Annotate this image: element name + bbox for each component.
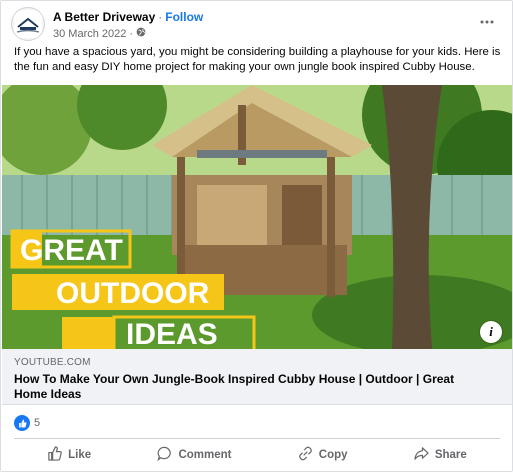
- overlay-line-1: GREAT: [20, 234, 123, 267]
- cubby-house-scene: GREAT OUTDOOR IDEAS: [2, 85, 512, 349]
- globe-icon: [136, 27, 146, 40]
- info-label: i: [489, 324, 493, 339]
- post-header: A Better Driveway · Follow 30 March 2022 ·: [11, 7, 502, 41]
- like-reaction-icon: [14, 415, 30, 431]
- video-thumbnail[interactable]: GREAT OUTDOOR IDEAS i: [2, 85, 512, 349]
- thumbs-up-icon: [47, 446, 62, 464]
- link-title[interactable]: How To Make Your Own Jungle-Book Inspire…: [14, 372, 484, 401]
- copy-button[interactable]: Copy: [284, 442, 362, 468]
- post-card: A Better Driveway · Follow 30 March 2022 ·…: [0, 0, 513, 472]
- share-icon: [414, 446, 429, 464]
- action-divider: [14, 438, 500, 439]
- post-meta: 30 March 2022 ·: [53, 27, 146, 40]
- post-caption: If you have a spacious yard, you might b…: [14, 46, 501, 73]
- link-source: YOUTUBE.COM: [14, 357, 91, 368]
- overlay-line-2: OUTDOOR: [56, 277, 210, 310]
- overlay-line-3: IDEAS: [126, 318, 218, 349]
- like-button[interactable]: Like: [33, 442, 105, 468]
- copy-label: Copy: [318, 449, 348, 461]
- page-avatar[interactable]: [11, 7, 45, 41]
- comment-label: Comment: [178, 449, 232, 461]
- reaction-summary[interactable]: 5: [14, 415, 40, 431]
- page-logo-icon: [14, 10, 42, 38]
- comment-button[interactable]: Comment: [143, 442, 245, 468]
- post-date[interactable]: 30 March 2022: [53, 28, 126, 40]
- info-icon[interactable]: i: [480, 321, 502, 343]
- share-label: Share: [434, 449, 467, 461]
- like-label: Like: [68, 449, 92, 461]
- page-name[interactable]: A Better Driveway: [53, 10, 155, 24]
- page-name-line: A Better Driveway · Follow: [53, 10, 203, 24]
- follow-button[interactable]: Follow: [165, 10, 203, 24]
- share-button[interactable]: Share: [400, 442, 481, 468]
- reaction-count: 5: [34, 417, 41, 429]
- date-separator: ·: [129, 27, 134, 40]
- link-preview[interactable]: YOUTUBE.COM How To Make Your Own Jungle-…: [2, 349, 512, 405]
- comment-icon: [157, 446, 172, 464]
- name-separator: ·: [158, 10, 163, 24]
- more-options-icon[interactable]: [476, 11, 498, 33]
- action-bar: Like Comment Copy Share: [14, 442, 500, 468]
- link-icon: [298, 446, 313, 464]
